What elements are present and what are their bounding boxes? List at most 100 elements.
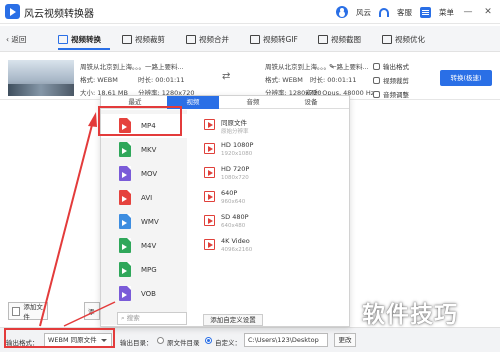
- format-item-vob[interactable]: VOB: [101, 282, 187, 306]
- annotation-arrow-line: [39, 124, 93, 327]
- format-item-mpg[interactable]: MPG: [101, 258, 187, 282]
- video-crop-icon: [122, 34, 132, 44]
- mkv-file-icon: [119, 142, 131, 157]
- format-item-mov[interactable]: MOV: [101, 162, 187, 186]
- source-duration: 时长: 00:01:11: [138, 76, 185, 84]
- headset-icon[interactable]: [379, 7, 389, 17]
- action-label: 音频调整: [383, 91, 409, 99]
- output-duration: 时长: 00:01:11: [310, 76, 357, 84]
- resolution-name: 640P: [221, 189, 238, 197]
- video-preset-icon: [204, 239, 215, 250]
- back-label: 返回: [11, 35, 27, 44]
- custom-dir-radio[interactable]: [205, 337, 212, 344]
- function-toolbar: ‹ 返回 视频转换 视频裁剪 视频合并 视频转GIF 视频截图 视频优化: [0, 26, 500, 52]
- tab-audio[interactable]: 音频: [227, 96, 279, 109]
- avi-file-icon: [119, 190, 131, 205]
- service-button[interactable]: 客服: [397, 7, 412, 18]
- annotation-arrow-head: [88, 112, 97, 127]
- format-item-mkv[interactable]: MKV: [101, 138, 187, 162]
- close-button[interactable]: ✕: [482, 7, 494, 17]
- video-preset-icon: [204, 191, 215, 202]
- audio-adjust-action[interactable]: 音频调整: [373, 89, 409, 99]
- source-format: 格式: WEBM: [80, 76, 118, 84]
- video-preset-icon: [204, 143, 215, 154]
- wmv-file-icon: [119, 214, 131, 229]
- format-item-wmv[interactable]: WMV: [101, 210, 187, 234]
- output-path-field[interactable]: C:\Users\123\Desktop: [244, 333, 328, 347]
- action-label: 视频裁剪: [383, 77, 409, 85]
- resolution-list: 同原文件 原始分辨率 HD 1080P 1920x1080 HD 720P 10…: [189, 110, 349, 310]
- format-search-input[interactable]: ⌕ 搜索: [117, 312, 187, 325]
- format-list: MP4 MKV MOV AVI WMV M4V MPG VOB: [101, 110, 187, 325]
- video-gif-icon: [250, 34, 260, 44]
- mp4-highlight-box: [98, 106, 182, 136]
- m4v-file-icon: [119, 238, 131, 253]
- user-icon[interactable]: [336, 6, 348, 18]
- source-dir-label: 原文件目录: [167, 339, 200, 347]
- add-file-label: 添加文件: [23, 303, 43, 321]
- resolution-size: 1920x1080: [221, 151, 253, 157]
- app-logo-icon: [5, 4, 20, 19]
- format-name: VOB: [141, 290, 156, 298]
- add-folder-label: 添: [88, 308, 95, 316]
- output-format-action[interactable]: 输出格式: [373, 61, 409, 71]
- audio-adjust-icon: [373, 90, 380, 98]
- add-custom-setting-button[interactable]: 添加自定义设置: [203, 314, 263, 326]
- edit-name-icon[interactable]: ✎: [329, 63, 335, 71]
- user-name[interactable]: 风云: [356, 7, 371, 18]
- resolution-item-4k[interactable]: 4K Video 4096x2160: [189, 234, 349, 258]
- file-list-row[interactable]: 周铁从北京到上海。。。一路上要料... 格式: WEBM 时长: 00:01:1…: [0, 56, 500, 100]
- convert-arrow-icon: ⇄: [222, 71, 231, 82]
- menu-button[interactable]: 菜单: [439, 7, 454, 18]
- minimize-button[interactable]: —: [462, 7, 474, 17]
- resolution-item-1080p[interactable]: HD 1080P 1920x1080: [189, 138, 349, 162]
- format-name: AVI: [141, 194, 153, 202]
- convert-button[interactable]: 转换(极速): [440, 70, 492, 86]
- tab-label: 视频转GIF: [263, 34, 298, 44]
- tab-label: 视频截图: [331, 34, 361, 44]
- tab-video-merge[interactable]: 视频合并: [186, 33, 229, 45]
- resolution-name: SD 480P: [221, 213, 249, 221]
- tab-device[interactable]: 设备: [285, 96, 337, 109]
- change-dir-button[interactable]: 更改: [334, 333, 356, 347]
- resolution-size: 1080x720: [221, 175, 249, 181]
- tab-video-screenshot[interactable]: 视频截图: [318, 33, 361, 45]
- custom-dir-label: 自定义：: [215, 339, 241, 347]
- add-file-button[interactable]: 添加文件: [8, 302, 48, 321]
- format-item-m4v[interactable]: M4V: [101, 234, 187, 258]
- tab-label: 视频转换: [71, 34, 101, 44]
- watermark-text: 软件技巧: [362, 302, 458, 328]
- resolution-item-480p[interactable]: SD 480P 640x480: [189, 210, 349, 234]
- source-dir-radio[interactable]: [157, 337, 164, 344]
- resolution-item-720p[interactable]: HD 720P 1080x720: [189, 162, 349, 186]
- resolution-size: 4096x2160: [221, 247, 253, 253]
- menu-icon[interactable]: [420, 6, 431, 18]
- title-bar: 风云视频转换器 风云 客服 菜单 — ✕: [0, 0, 500, 24]
- action-label: 输出格式: [383, 63, 409, 71]
- resolution-name: HD 720P: [221, 165, 250, 173]
- search-placeholder: 搜索: [126, 314, 140, 322]
- format-item-avi[interactable]: AVI: [101, 186, 187, 210]
- video-screenshot-icon: [318, 34, 328, 44]
- video-crop-action[interactable]: 视频裁剪: [373, 75, 409, 85]
- tab-video-crop[interactable]: 视频裁剪: [122, 33, 165, 45]
- app-title: 风云视频转换器: [24, 9, 94, 20]
- resolution-item-original[interactable]: 同原文件 原始分辨率: [189, 114, 349, 138]
- back-button[interactable]: ‹ 返回: [6, 34, 26, 45]
- resolution-name: 4K Video: [221, 237, 250, 245]
- tab-video-optimize[interactable]: 视频优化: [382, 33, 425, 45]
- source-file-name: 周铁从北京到上海。。。一路上要料...: [80, 63, 184, 71]
- video-crop-icon: [373, 76, 380, 84]
- tab-video-convert[interactable]: 视频转换: [58, 33, 101, 45]
- video-thumbnail[interactable]: [8, 60, 74, 96]
- add-file-icon: [12, 306, 21, 316]
- resolution-size: 960x640: [221, 199, 246, 205]
- tab-label: 视频优化: [395, 34, 425, 44]
- video-preset-icon: [204, 119, 215, 130]
- active-tab-indicator: [58, 48, 110, 50]
- tab-video-gif[interactable]: 视频转GIF: [250, 33, 298, 45]
- format-name: MOV: [141, 170, 158, 178]
- add-folder-button[interactable]: 添: [84, 302, 100, 320]
- resolution-item-640p[interactable]: 640P 960x640: [189, 186, 349, 210]
- mov-file-icon: [119, 166, 131, 181]
